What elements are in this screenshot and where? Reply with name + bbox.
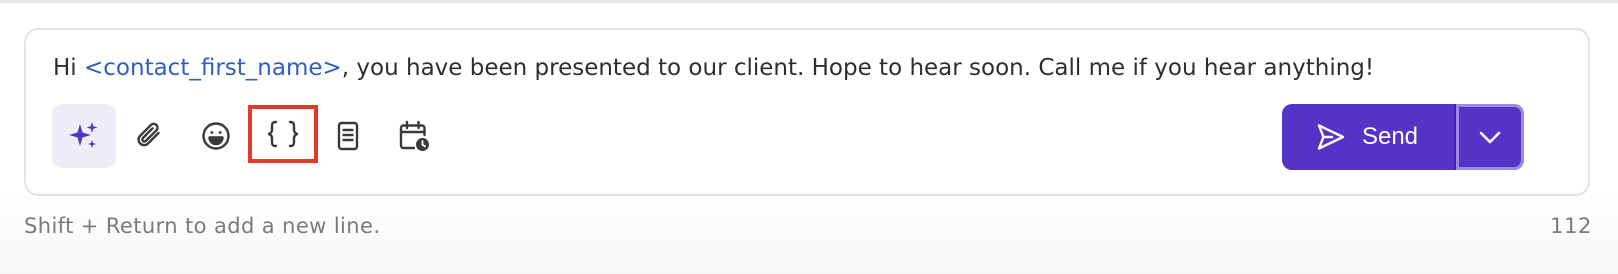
character-count: 112 <box>1550 214 1592 238</box>
document-icon <box>337 121 359 151</box>
send-label: Send <box>1361 123 1419 150</box>
message-body: , you have been presented to our client.… <box>341 55 1375 81</box>
send-button[interactable]: Send <box>1282 104 1452 170</box>
chevron-down-icon <box>1479 131 1501 144</box>
top-divider <box>0 0 1618 3</box>
send-options-button[interactable] <box>1456 104 1524 170</box>
newline-hint: Shift + Return to add a new line. <box>24 214 381 238</box>
calendar-clock-icon <box>399 120 429 151</box>
contact-first-name-token[interactable]: <contact_first_name> <box>84 55 342 81</box>
send-button-group: Send <box>1282 104 1524 170</box>
attach-file-button[interactable] <box>118 104 182 168</box>
insert-variable-button[interactable] <box>248 105 318 163</box>
message-composer-page: Hi <contact_first_name>, you have been p… <box>0 0 1618 274</box>
message-text[interactable]: Hi <contact_first_name>, you have been p… <box>53 52 1374 84</box>
message-greeting: Hi <box>53 55 84 81</box>
curly-braces-icon <box>267 120 299 148</box>
sparkles-icon <box>69 122 98 148</box>
schedule-send-button[interactable] <box>382 104 446 168</box>
paper-plane-icon <box>1317 124 1345 150</box>
ai-assist-button[interactable] <box>52 104 116 168</box>
smiley-icon <box>202 122 230 150</box>
paperclip-icon <box>137 122 160 147</box>
composer-box[interactable]: Hi <contact_first_name>, you have been p… <box>24 28 1590 196</box>
emoji-button[interactable] <box>184 104 248 168</box>
templates-button[interactable] <box>316 104 380 168</box>
